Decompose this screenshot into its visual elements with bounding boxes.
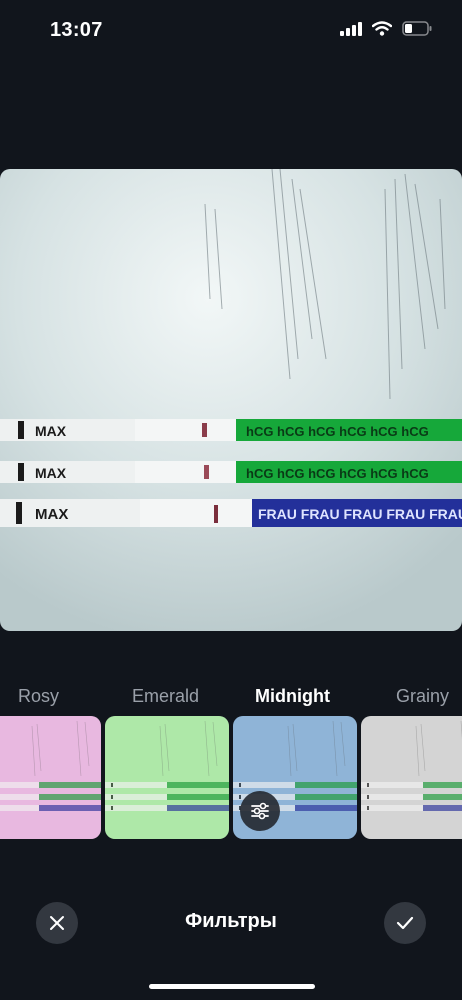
strip-2-band-text: hCG hCG hCG hCG hCG hCG (246, 466, 429, 481)
strip-3-max-text: MAX (35, 506, 68, 523)
filter-thumb-grainy[interactable] (361, 716, 462, 839)
photo-preview-image: MAX hCG hCG hCG hCG hCG hCG MAX hCG hCG … (0, 169, 462, 631)
status-time: 13:07 (50, 19, 103, 41)
filter-label-emerald[interactable]: Emerald (132, 686, 199, 707)
filter-thumb-image (105, 716, 229, 839)
test-strip-3: MAX FRAU FRAU FRAU FRAU FRAU (0, 499, 462, 527)
photo-preview: MAX hCG hCG hCG hCG hCG hCG MAX hCG hCG … (0, 169, 462, 631)
filter-thumbnails (0, 716, 462, 840)
cellular-signal-icon (340, 21, 362, 36)
strip-1-max-text: MAX (35, 423, 67, 439)
filter-label-midnight[interactable]: Midnight (255, 686, 330, 707)
test-strip-2: MAX hCG hCG hCG hCG hCG hCG (0, 461, 462, 483)
test-strip-1: MAX hCG hCG hCG hCG hCG hCG (0, 419, 462, 441)
wifi-icon (372, 21, 392, 36)
strip-1-band-text: hCG hCG hCG hCG hCG hCG (246, 424, 429, 439)
status-icons (340, 21, 432, 36)
filter-thumb-image (361, 716, 462, 839)
filter-thumb-rosy[interactable] (0, 716, 101, 839)
adjust-button[interactable] (240, 791, 280, 831)
status-bar: 13:07 (0, 0, 462, 60)
strip-2-max-text: MAX (35, 465, 67, 481)
battery-icon (402, 21, 432, 36)
filter-thumb-emerald[interactable] (105, 716, 229, 839)
home-indicator (149, 984, 315, 989)
checkmark-icon (396, 916, 414, 930)
filter-thumb-image (0, 716, 101, 839)
confirm-button[interactable] (384, 902, 426, 944)
filter-labels: Rosy Emerald Midnight Grainy (0, 686, 462, 714)
filter-label-grainy[interactable]: Grainy (396, 686, 449, 707)
strip-3-band-text: FRAU FRAU FRAU FRAU FRAU (258, 506, 462, 522)
bottom-bar: Фильтры (0, 895, 462, 955)
filter-label-rosy[interactable]: Rosy (18, 686, 59, 707)
sliders-icon (251, 802, 269, 820)
